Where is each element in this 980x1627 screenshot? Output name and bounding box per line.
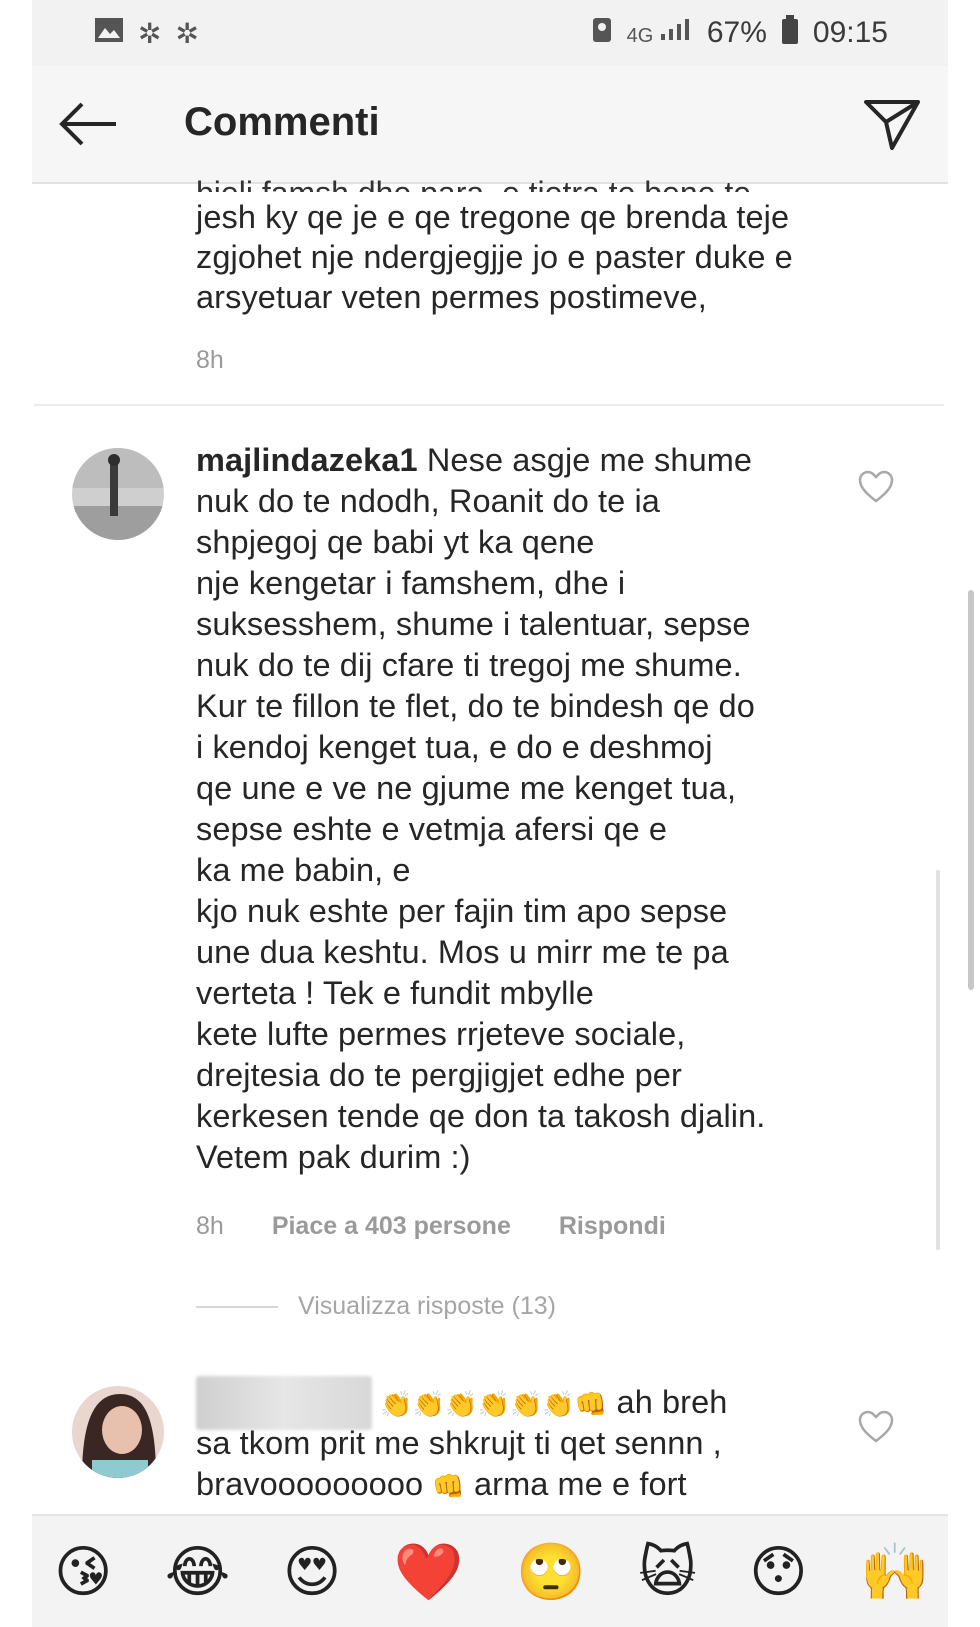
comment-line: Kur te fillon te flet, do te bindesh qe … <box>196 688 755 724</box>
back-button[interactable] <box>56 94 120 154</box>
signal-icon: 4G <box>627 18 693 48</box>
emoji-scared-cat-button[interactable]: 🙀 <box>638 1543 696 1600</box>
replies-line <box>196 1305 278 1308</box>
likes-count[interactable]: Piace a 403 persone <box>272 1212 511 1241</box>
send-icon <box>864 100 920 150</box>
scrollbar[interactable] <box>968 590 974 990</box>
comment-line: qe une e ve ne gjume me kenget tua, <box>196 770 737 806</box>
battery-icon <box>781 14 799 52</box>
comment-line: sepse eshte e vetmja afersi qe e <box>196 811 668 847</box>
comment-line: zgjohet nje ndergjegjje jo e paster duke… <box>196 239 793 275</box>
comment-line: nuk do te dij cfare ti tregoj me shume. <box>196 647 742 683</box>
comment-text: bravooooooooo <box>196 1466 424 1502</box>
like-heart-icon[interactable] <box>858 470 894 504</box>
comment-text: arma me e fort <box>473 1466 687 1502</box>
app-header: Commenti <box>32 66 948 184</box>
comment-line: majlindazeka1 Nese asgje me shume <box>196 440 752 481</box>
comment-line: i kendoj kenget tua, e do e deshmoj <box>196 729 713 765</box>
comment-text: ah breh <box>616 1384 728 1420</box>
comment-line: nuk do te ndodh, Roanit do te ia <box>196 483 660 519</box>
comment-line: shpjegoj qe babi yt ka qene <box>196 524 595 560</box>
clap-emoji: 👏 <box>444 1389 478 1419</box>
comment-time: 8h <box>196 346 224 374</box>
avatar[interactable] <box>72 1386 164 1478</box>
redacted-username <box>196 1376 372 1430</box>
emoji-quick-bar: 😘 😂 😍 ❤️ 🙄 🙀 😯 🙌 <box>32 1514 948 1627</box>
comment-username[interactable]: majlindazeka1 <box>196 442 418 478</box>
comment-line: nje kengetar i famshem, dhe i <box>196 565 626 601</box>
emoji-laugh-button[interactable]: 😂 <box>165 1543 230 1600</box>
comment-line: 👏👏👏👏👏👏👊 ah breh <box>380 1382 727 1425</box>
emoji-raised-hands-button[interactable]: 🙌 <box>860 1543 930 1600</box>
app-frame: ✲ ✲ 4G 67% 09:15 Commenti jesh ky qe je … <box>0 0 980 1627</box>
image-icon <box>94 17 124 50</box>
sim-icon <box>591 16 613 51</box>
comment-line: verteta ! Tek e fundit mbylle <box>196 975 594 1011</box>
view-replies[interactable]: Visualizza risposte (13) <box>196 1292 556 1321</box>
reply-button[interactable]: Rispondi <box>559 1212 666 1241</box>
comment-line: suksesshem, shume i talentuar, sepse <box>196 606 751 642</box>
comment-line: drejtesia do te pergjigjet edhe per <box>196 1057 682 1093</box>
comment-time: 8h <box>196 1212 224 1240</box>
battery-percent: 67% <box>706 16 767 49</box>
comment-line: Vetem pak durim :) <box>196 1139 471 1175</box>
clap-emoji: 👏 <box>412 1389 445 1419</box>
clap-emoji: 👏 <box>477 1389 510 1419</box>
clock: 09:15 <box>812 16 888 49</box>
comment-line: kete lufte permes rrjeteve sociale, <box>196 1016 686 1052</box>
comment-text-partial: bjeli famsh dhe para, e tjetra te bene t… <box>196 178 751 192</box>
comment-line: ka me babin, e <box>196 852 411 888</box>
clap-emoji: 👏 <box>509 1389 543 1419</box>
emoji-heart-eyes-button[interactable]: 😍 <box>283 1543 341 1600</box>
status-bar: ✲ ✲ 4G 67% 09:15 <box>32 0 948 66</box>
fist-emoji: 👊 <box>432 1471 465 1501</box>
emoji-eye-roll-button[interactable]: 🙄 <box>516 1543 586 1600</box>
emoji-red-heart-button[interactable]: ❤️ <box>394 1543 464 1600</box>
settings-icon: ✲ <box>175 17 199 49</box>
status-bar-left: ✲ ✲ <box>94 17 199 50</box>
comment-line: une dua keshtu. Mos u mirr me te pa <box>196 934 729 970</box>
comment-line: arsyetuar veten permes postimeve, <box>196 279 707 315</box>
like-heart-icon[interactable] <box>858 1410 894 1444</box>
comment-line: jesh ky qe je e qe tregone qe brenda tej… <box>196 199 790 235</box>
comment-meta: 8h <box>196 346 224 375</box>
comment-divider <box>34 404 944 406</box>
comment-line: kjo nuk eshte per fajin tim apo sepse <box>196 893 728 929</box>
back-arrow-icon <box>59 102 116 146</box>
comment-line: sa tkom prit me shkrujt ti qet sennn , <box>196 1425 722 1461</box>
fist-emoji: 👊 <box>574 1389 608 1419</box>
settings-icon: ✲ <box>138 17 162 49</box>
comment-meta: 8h Piace a 403 persone Rispondi <box>196 1212 666 1241</box>
comment-line: kerkesen tende qe don ta takosh djalin. <box>196 1098 766 1134</box>
comment-text-start: Nese asgje me shume <box>426 442 753 478</box>
clap-emoji: 👏 <box>380 1389 413 1419</box>
view-replies-label: Visualizza risposte (13) <box>298 1292 556 1320</box>
scroll-track <box>936 870 940 1250</box>
network-label: 4G <box>626 25 654 47</box>
avatar[interactable] <box>72 448 164 540</box>
emoji-surprised-button[interactable]: 😯 <box>749 1543 807 1600</box>
page-title: Commenti <box>184 100 380 144</box>
clap-emoji: 👏 <box>542 1389 575 1419</box>
share-button[interactable] <box>862 94 922 154</box>
comment-line: bravooooooooo 👊 arma me e fort <box>196 1464 687 1507</box>
status-bar-right: 4G 67% 09:15 <box>591 14 888 52</box>
emoji-kiss-button[interactable]: 😘 <box>54 1543 112 1600</box>
